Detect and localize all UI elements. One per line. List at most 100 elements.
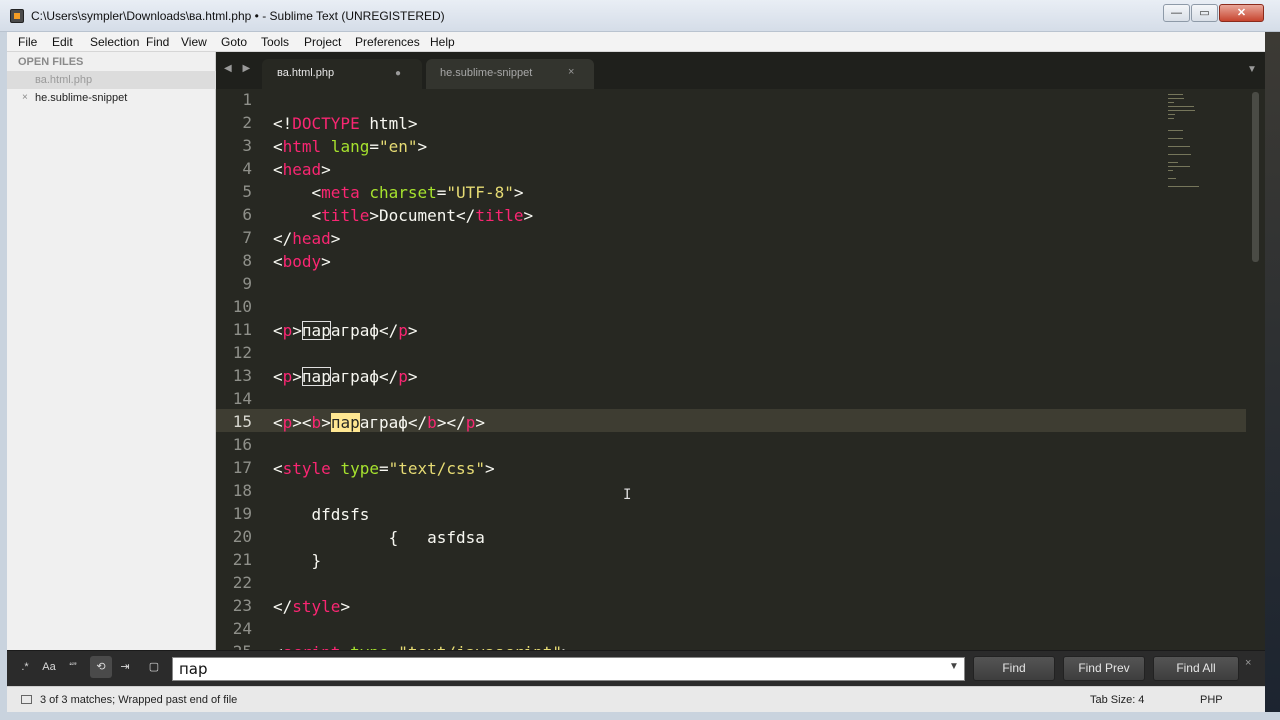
code-token: < [273,413,283,432]
code-token: b [427,413,437,432]
line-number: 16 [232,435,252,454]
line-number: 21 [232,550,252,569]
minimize-button[interactable]: — [1163,4,1190,22]
code-token: </ [273,229,293,248]
code-token: > [523,206,534,225]
line-number: 24 [232,619,252,638]
find-input[interactable]: пар [172,657,965,681]
code-token: < [273,459,283,478]
code-token: аграф</ [330,321,399,340]
tab-dropdown-icon[interactable]: ▼ [1247,64,1257,75]
line-number: 19 [232,504,252,523]
find-history-dropdown-icon[interactable]: ▼ [949,661,959,672]
desktop-edge-left [0,32,7,720]
menu-selection[interactable]: Selection [90,35,139,49]
case-sensitive-toggle-button[interactable]: Aa [38,656,60,678]
code-line: <html lang="en"> [273,135,427,158]
code-token: "text/css" [388,459,485,478]
code-text-area[interactable]: <!DOCTYPE html> <html lang="en"> <head> <m… [273,89,1173,662]
close-tab-icon[interactable]: × [568,66,574,78]
line-number: 12 [232,343,252,362]
code-token: title [321,206,370,225]
code-token: head [282,160,322,179]
menu-goto[interactable]: Goto [221,35,247,49]
in-selection-toggle-button[interactable]: ⇥ [114,656,136,678]
line-number: 20 [232,527,252,546]
tab-nav-arrows-icon[interactable]: ◀ ▶ [224,63,254,74]
panel-switch-icon[interactable] [21,695,32,704]
line-number: 4 [242,159,252,178]
code-token: аграф</ [359,413,428,432]
menu-preferences[interactable]: Preferences [355,35,420,49]
wrap-toggle-button[interactable]: ⟲ [90,656,112,678]
vertical-scrollbar[interactable] [1252,92,1259,262]
code-token: <! [273,114,293,133]
code-token: > [475,413,485,432]
find-all-button[interactable]: Find All [1153,656,1239,681]
code-token: > [321,160,331,179]
line-number: 2 [242,113,252,132]
text-cursor-icon: I [623,487,632,503]
line-number: 18 [232,481,252,500]
syntax-indicator[interactable]: PHP [1200,694,1223,706]
line-number: 8 [242,251,252,270]
whole-word-toggle-button[interactable]: “” [62,656,84,678]
code-token: b [311,413,322,432]
code-token: meta [321,183,360,202]
menu-view[interactable]: View [181,35,207,49]
code-token: body [282,252,322,271]
menu-find[interactable]: Find [146,35,169,49]
code-token: < [273,206,322,225]
find-button[interactable]: Find [973,656,1055,681]
close-file-icon[interactable]: × [22,92,28,103]
line-number: 22 [232,573,252,592]
status-message: 3 of 3 matches; Wrapped past end of file [40,694,238,706]
menu-help[interactable]: Help [430,35,455,49]
find-panel: .* Aa “” ⟲ ⇥ ▢ пар ▼ Find Find Prev Find… [7,650,1265,686]
code-token: > [407,367,418,386]
editor-area[interactable]: ◀ ▶ ва.html.php ● he.sublime-snippet × ▼… [216,52,1265,662]
tab-snippet-file[interactable]: he.sublime-snippet × [426,59,594,89]
highlight-matches-toggle-button[interactable]: ▢ [143,656,165,678]
close-find-panel-icon[interactable]: × [1245,657,1251,669]
menu-edit[interactable]: Edit [52,35,73,49]
code-line: { asfdsa [273,526,485,549]
line-number: 14 [232,389,252,408]
code-token: p [465,413,476,432]
code-token: title [475,206,524,225]
regex-toggle-button[interactable]: .* [14,656,36,678]
code-token: >< [292,413,312,432]
code-token: >Document</ [369,206,476,225]
code-token: p [398,321,408,340]
code-token: < [273,367,283,386]
sidebar-file-snippet[interactable]: × he.sublime-snippet [7,89,216,107]
minimap[interactable] [1168,90,1208,200]
sidebar-file-label: ва.html.php [35,74,93,86]
code-token: charset [359,183,437,202]
menu-tools[interactable]: Tools [261,35,289,49]
line-number-gutter: 1234567891011121314151617181920212223242… [216,89,266,661]
code-token: > [484,459,495,478]
sidebar-file-active[interactable]: ва.html.php [7,71,216,89]
code-token: > [292,367,302,386]
code-token: > [417,137,428,156]
tab-active-file[interactable]: ва.html.php ● [262,59,422,89]
code-token: "UTF-8" [446,183,514,202]
code-line: </style> [273,595,350,618]
find-prev-button[interactable]: Find Prev [1063,656,1145,681]
window-title-bar[interactable]: C:\Users\sympler\Downloads\ва.html.php •… [0,0,1280,32]
close-window-button[interactable]: ✕ [1219,4,1264,22]
sidebar-file-label: he.sublime-snippet [35,92,128,104]
unsaved-dot-icon[interactable]: ● [395,68,401,79]
tab-size-indicator[interactable]: Tab Size: 4 [1090,694,1144,706]
menu-file[interactable]: File [18,35,37,49]
line-number: 10 [232,297,252,316]
code-token: > [340,597,351,616]
maximize-button[interactable]: ▭ [1191,4,1218,22]
line-number: 15 [232,412,252,431]
code-token: "en" [378,137,418,156]
menu-project[interactable]: Project [304,35,341,49]
code-token: { asfdsa [273,528,485,547]
desktop-edge-bottom [0,712,1280,720]
code-token: p [282,367,293,386]
